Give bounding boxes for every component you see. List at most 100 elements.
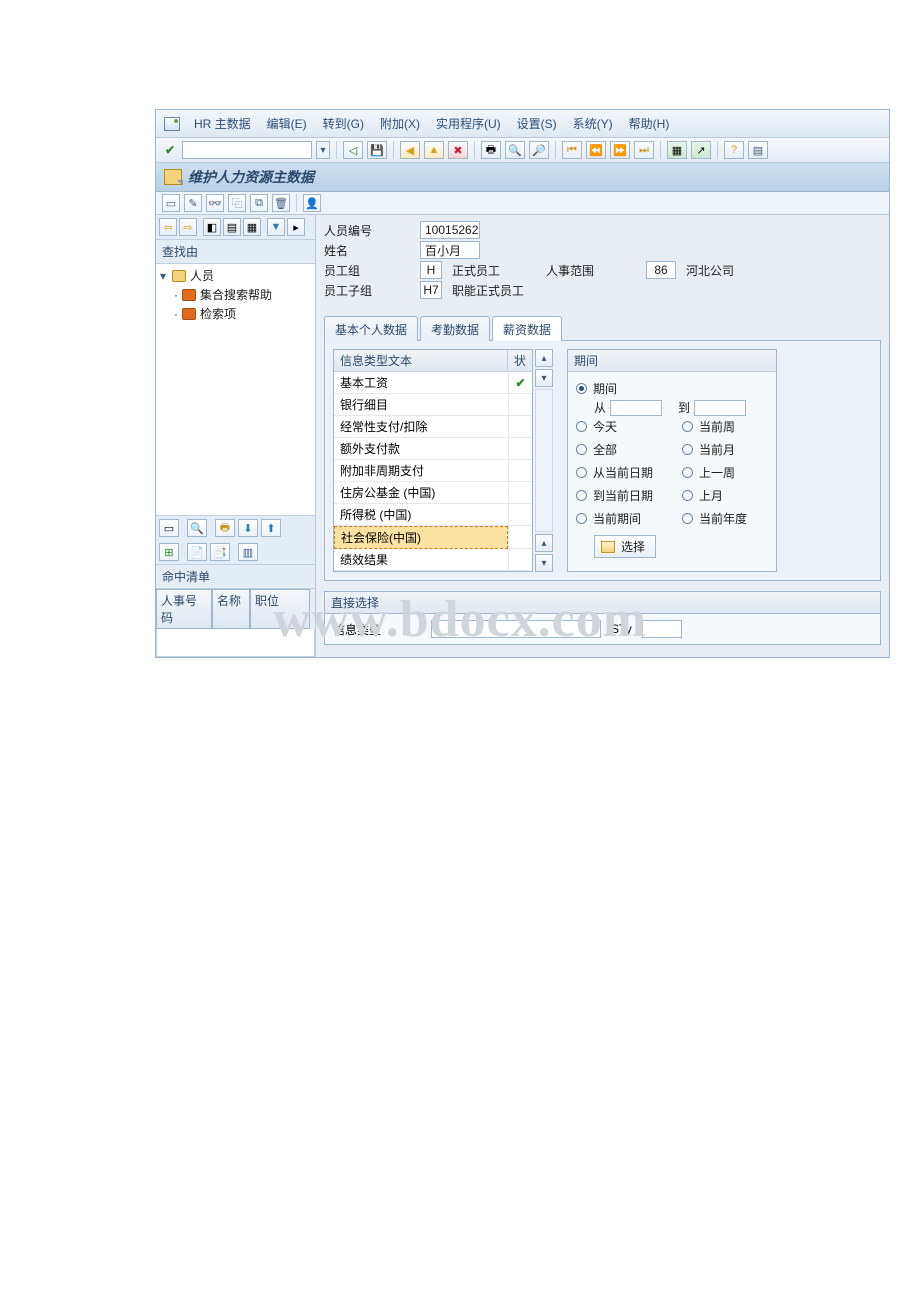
infotype-row[interactable]: 住房公基金 (中国)	[334, 482, 532, 504]
details-icon[interactable]: ▥	[238, 543, 258, 561]
menu-edit[interactable]: 编辑(E)	[265, 113, 309, 134]
menu-system[interactable]: 系统(Y)	[571, 113, 615, 134]
delete-icon[interactable]: 🗑	[272, 194, 290, 212]
esg-text: 职能正式员工	[448, 282, 528, 299]
export-icon[interactable]: ⊞	[159, 543, 179, 561]
layout2-icon[interactable]: 📑	[210, 543, 230, 561]
last-page-icon[interactable]: ⏭	[634, 141, 654, 159]
radio-icon	[576, 513, 587, 524]
sort-desc-icon[interactable]: ⬆	[261, 519, 281, 537]
infotype-row[interactable]: 附加非周期支付	[334, 460, 532, 482]
radio-cur-period[interactable]: 当前期间	[576, 510, 662, 527]
print-icon[interactable]: 🖶	[481, 141, 501, 159]
person-icon	[172, 270, 186, 282]
radio-cur-month[interactable]: 当前月	[682, 441, 768, 458]
radio-icon	[682, 490, 693, 501]
select-button-icon	[601, 541, 615, 553]
save-icon[interactable]: 💾	[367, 141, 387, 159]
menu-help[interactable]: 帮助(H)	[627, 113, 672, 134]
find-icon[interactable]: 🔍	[187, 519, 207, 537]
sort-asc-icon[interactable]: ⬇	[238, 519, 258, 537]
infotype-row[interactable]: 银行细目	[334, 394, 532, 416]
infotype-row[interactable]: 绩效结果	[334, 549, 532, 571]
app-icon[interactable]	[164, 117, 180, 131]
nav-prev-icon[interactable]: ⇦	[159, 218, 177, 236]
prev-page-icon[interactable]: ⏪	[586, 141, 606, 159]
infotype-hdr-text: 信息类型文本	[334, 350, 508, 372]
scroll-down2-icon[interactable]: ▾	[535, 554, 553, 572]
radio-icon	[682, 513, 693, 524]
tab-time[interactable]: 考勤数据	[420, 316, 490, 341]
menu-settings[interactable]: 设置(S)	[515, 113, 559, 134]
menu-goto[interactable]: 转到(G)	[321, 113, 366, 134]
tab-basic[interactable]: 基本个人数据	[324, 316, 418, 341]
nav-view1-icon[interactable]: ◧	[203, 218, 221, 236]
radio-to-cur[interactable]: 到当前日期	[576, 487, 662, 504]
help-icon[interactable]: ?	[724, 141, 744, 159]
radio-cur-week[interactable]: 当前周	[682, 418, 768, 435]
from-date-field[interactable]	[610, 400, 662, 416]
scroll-up-icon[interactable]: ▴	[535, 349, 553, 367]
radio-today[interactable]: 今天	[576, 418, 662, 435]
infotype-scrollbar[interactable]: ▴ ▾ ▴ ▾	[535, 349, 553, 572]
select-all-icon[interactable]: ▭	[159, 519, 179, 537]
command-dropdown[interactable]: ▾	[316, 141, 330, 159]
cancel-icon[interactable]: ✖	[448, 141, 468, 159]
tree-person-node[interactable]: ▾ 人员	[160, 266, 311, 285]
delimit-icon[interactable]: ⧉	[250, 194, 268, 212]
scroll-down-icon[interactable]: ▾	[535, 369, 553, 387]
infotype-row[interactable]: 基本工资✔	[334, 372, 532, 394]
create-icon[interactable]: ▭	[162, 194, 180, 212]
layout-icon[interactable]: ▤	[748, 141, 768, 159]
nav-view2-icon[interactable]: ▤	[223, 218, 241, 236]
nav-view3-icon[interactable]: ▦	[243, 218, 261, 236]
print-icon[interactable]: 🖶	[215, 519, 235, 537]
menu-hr-master[interactable]: HR 主数据	[192, 113, 253, 134]
infotype-row[interactable]: 所得税 (中国)	[334, 504, 532, 526]
menu-extras[interactable]: 附加(X)	[378, 113, 422, 134]
radio-last-month[interactable]: 上月	[682, 487, 768, 504]
first-page-icon[interactable]: ⏮	[562, 141, 582, 159]
infotype-row-selected[interactable]: 社会保险(中国)	[334, 526, 532, 549]
nav-filter-icon[interactable]: ▼	[267, 218, 285, 236]
radio-last-week[interactable]: 上一周	[682, 464, 768, 481]
tree-collective-search[interactable]: · 集合搜索帮助	[174, 285, 311, 304]
to-date-field[interactable]	[694, 400, 746, 416]
pernr-label: 人员编号	[324, 222, 414, 239]
sap-window: HR 主数据 编辑(E) 转到(G) 附加(X) 实用程序(U) 设置(S) 系…	[155, 109, 890, 658]
display-icon[interactable]: 👓	[206, 194, 224, 212]
nav-next-icon[interactable]: ⇨	[179, 218, 197, 236]
back2-icon[interactable]: ◀	[400, 141, 420, 159]
overview-icon[interactable]: 👤	[303, 194, 321, 212]
radio-icon	[682, 444, 693, 455]
command-field[interactable]	[182, 141, 312, 159]
scroll-up2-icon[interactable]: ▴	[535, 534, 553, 552]
back-icon[interactable]: ◁	[343, 141, 363, 159]
infotype-row[interactable]: 额外支付款	[334, 438, 532, 460]
radio-period[interactable]: 期间	[576, 380, 768, 397]
copy-icon[interactable]: ⿻	[228, 194, 246, 212]
menu-utilities[interactable]: 实用程序(U)	[434, 113, 503, 134]
infotype-hdr-status: 状	[508, 350, 532, 372]
new-session-icon[interactable]: ▦	[667, 141, 687, 159]
find-next-icon[interactable]: 🔎	[529, 141, 549, 159]
shortcut-icon[interactable]: ↗	[691, 141, 711, 159]
enter-icon[interactable]: ✔	[162, 142, 178, 158]
change-icon[interactable]: ✎	[184, 194, 202, 212]
eg-text: 正式员工	[448, 262, 504, 279]
eg-label: 员工组	[324, 262, 414, 279]
find-icon[interactable]: 🔍	[505, 141, 525, 159]
tree-search-term[interactable]: · 检索项	[174, 304, 311, 323]
page-title: 维护人力资源主数据	[188, 167, 314, 187]
select-button[interactable]: 选择	[594, 535, 656, 558]
nav-more-icon[interactable]: ▸	[287, 218, 305, 236]
radio-cur-year[interactable]: 当前年度	[682, 510, 768, 527]
infotype-row[interactable]: 经常性支付/扣除	[334, 416, 532, 438]
radio-all[interactable]: 全部	[576, 441, 662, 458]
radio-from-cur[interactable]: 从当前日期	[576, 464, 662, 481]
tab-payroll[interactable]: 薪资数据	[492, 316, 562, 341]
layout-icon[interactable]: 📄	[187, 543, 207, 561]
pernr-field[interactable]: 10015262	[420, 221, 480, 239]
next-page-icon[interactable]: ⏩	[610, 141, 630, 159]
exit-icon[interactable]: ▲	[424, 141, 444, 159]
